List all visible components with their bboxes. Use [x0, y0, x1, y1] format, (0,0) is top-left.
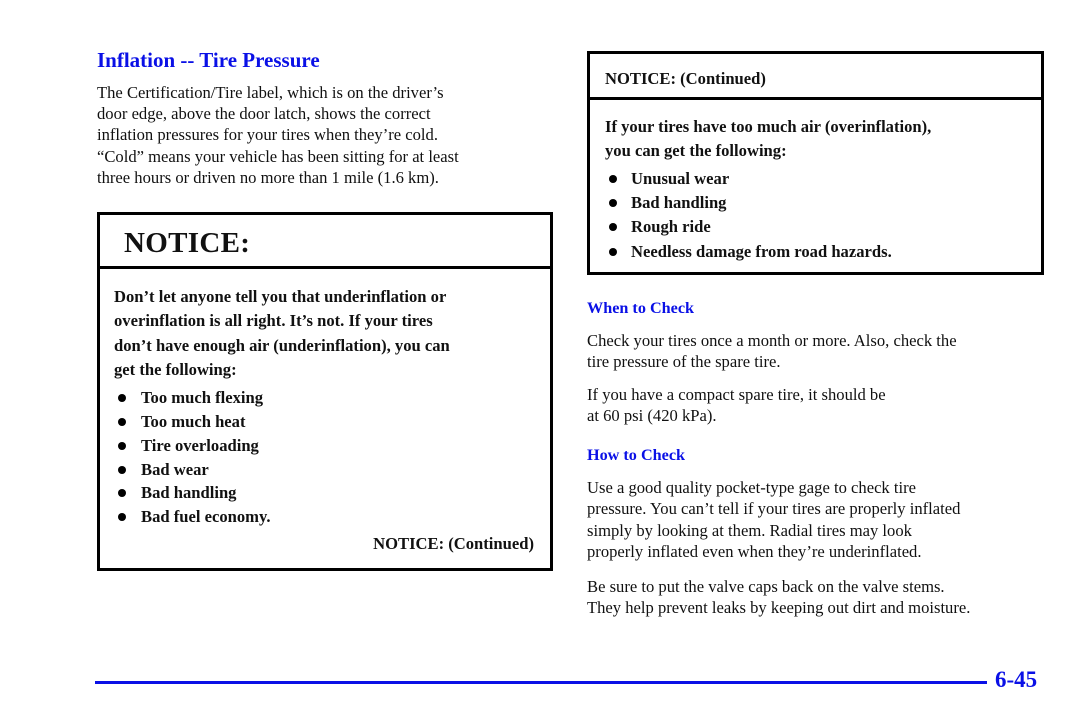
list-item: Bad handling	[605, 191, 1027, 215]
when-to-check-paragraph: Check your tires once a month or more. A…	[587, 330, 1047, 373]
paragraph-line: Check your tires once a month or more. A…	[587, 331, 957, 350]
list-item: Unusual wear	[605, 167, 1027, 191]
notice-continued-label: NOTICE: (Continued)	[373, 533, 534, 553]
intro-line: door edge, above the door latch, shows t…	[97, 104, 431, 124]
list-item-text: Bad handling	[141, 483, 237, 503]
bullet-icon	[609, 247, 617, 256]
list-item: Bad fuel economy.	[114, 505, 536, 529]
notice-line: get the following:	[114, 359, 237, 379]
bullet-icon	[118, 417, 126, 426]
list-item-text: Unusual wear	[631, 168, 730, 188]
how-to-check-paragraph: Use a good quality pocket-type gage to c…	[587, 477, 1047, 562]
intro-line: “Cold” means your vehicle has been sitti…	[97, 146, 459, 166]
paragraph-line: at 60 psi (420 kPa).	[587, 406, 717, 426]
intro-line: three hours or driven no more than 1 mil…	[97, 167, 439, 187]
list-item-text: Bad handling	[631, 193, 727, 212]
notice-header: NOTICE:	[100, 215, 550, 269]
intro-line: inflation pressures for your tires when …	[97, 125, 438, 145]
intro-line: The Certification/Tire label, which is o…	[97, 83, 444, 102]
bullet-icon	[609, 174, 617, 183]
intro-paragraph: The Certification/Tire label, which is o…	[97, 82, 542, 188]
notice-line: Don’t let anyone tell you that underinfl…	[114, 287, 447, 306]
list-item-text: Needless damage from road hazards.	[631, 241, 892, 261]
list-item: Needless damage from road hazards.	[605, 240, 1027, 264]
list-item: Bad wear	[114, 458, 536, 482]
section-title: Inflation -- Tire Pressure	[97, 48, 320, 72]
notice-line: you can get the following:	[605, 141, 787, 161]
bullet-icon	[118, 465, 126, 474]
bullet-icon	[609, 223, 617, 232]
paragraph-line: If you have a compact spare tire, it sho…	[587, 385, 886, 404]
bullet-icon	[118, 513, 126, 522]
bullet-icon	[118, 441, 126, 450]
notice-line: overinflation is all right. It’s not. If…	[114, 311, 433, 331]
list-item-text: Tire overloading	[141, 435, 259, 455]
list-item-text: Rough ride	[631, 217, 711, 237]
bullet-icon	[118, 394, 126, 403]
notice-box-overinflation: NOTICE: (Continued) If your tires have t…	[587, 51, 1044, 275]
subheading-when-to-check: When to Check	[587, 299, 695, 317]
paragraph-line: simply by looking at them. Radial tires …	[587, 520, 912, 540]
bullet-icon	[118, 489, 126, 498]
notice-text: Don’t let anyone tell you that underinfl…	[114, 285, 536, 382]
paragraph-line: They help prevent leaks by keeping out d…	[587, 598, 971, 618]
notice-box-underinflation: NOTICE: Don’t let anyone tell you that u…	[97, 212, 553, 571]
page-number: 6-45	[995, 667, 1038, 692]
list-item: Too much heat	[114, 410, 536, 434]
paragraph-line: Use a good quality pocket-type gage to c…	[587, 478, 916, 497]
paragraph-line: tire pressure of the spare tire.	[587, 352, 781, 372]
list-item-text: Too much flexing	[141, 388, 264, 408]
bullet-icon	[609, 199, 617, 207]
paragraph-line: properly inflated even when they’re unde…	[587, 541, 922, 561]
underinflation-effects-list: Too much flexing Too much heat Tire over…	[114, 386, 536, 529]
notice-line: If your tires have too much air (overinf…	[605, 117, 932, 136]
list-item-text: Too much heat	[141, 411, 246, 431]
list-item: Too much flexing	[114, 386, 536, 410]
list-item-text: Bad fuel economy.	[141, 507, 271, 527]
subheading-how-to-check: How to Check	[587, 446, 686, 464]
valve-caps-paragraph: Be sure to put the valve caps back on th…	[587, 576, 1047, 619]
paragraph-line: pressure. You can’t tell if your tires a…	[587, 499, 961, 519]
notice-body: If your tires have too much air (overinf…	[590, 100, 1041, 264]
list-item-text: Bad wear	[141, 459, 209, 479]
paragraph-line: Be sure to put the valve caps back on th…	[587, 577, 945, 596]
notice-body: Don’t let anyone tell you that underinfl…	[100, 269, 550, 554]
list-item: Rough ride	[605, 215, 1027, 239]
list-item: Bad handling	[114, 481, 536, 505]
notice-header: NOTICE: (Continued)	[590, 54, 1041, 100]
notice-text: If your tires have too much air (overinf…	[605, 115, 1027, 164]
notice-line: don’t have enough air (underinflation), …	[114, 335, 450, 355]
footer-rule	[95, 681, 987, 684]
overinflation-effects-list: Unusual wear Bad handling Rough ride Nee…	[605, 167, 1027, 265]
spare-tire-paragraph: If you have a compact spare tire, it sho…	[587, 384, 1047, 427]
list-item: Tire overloading	[114, 434, 536, 458]
